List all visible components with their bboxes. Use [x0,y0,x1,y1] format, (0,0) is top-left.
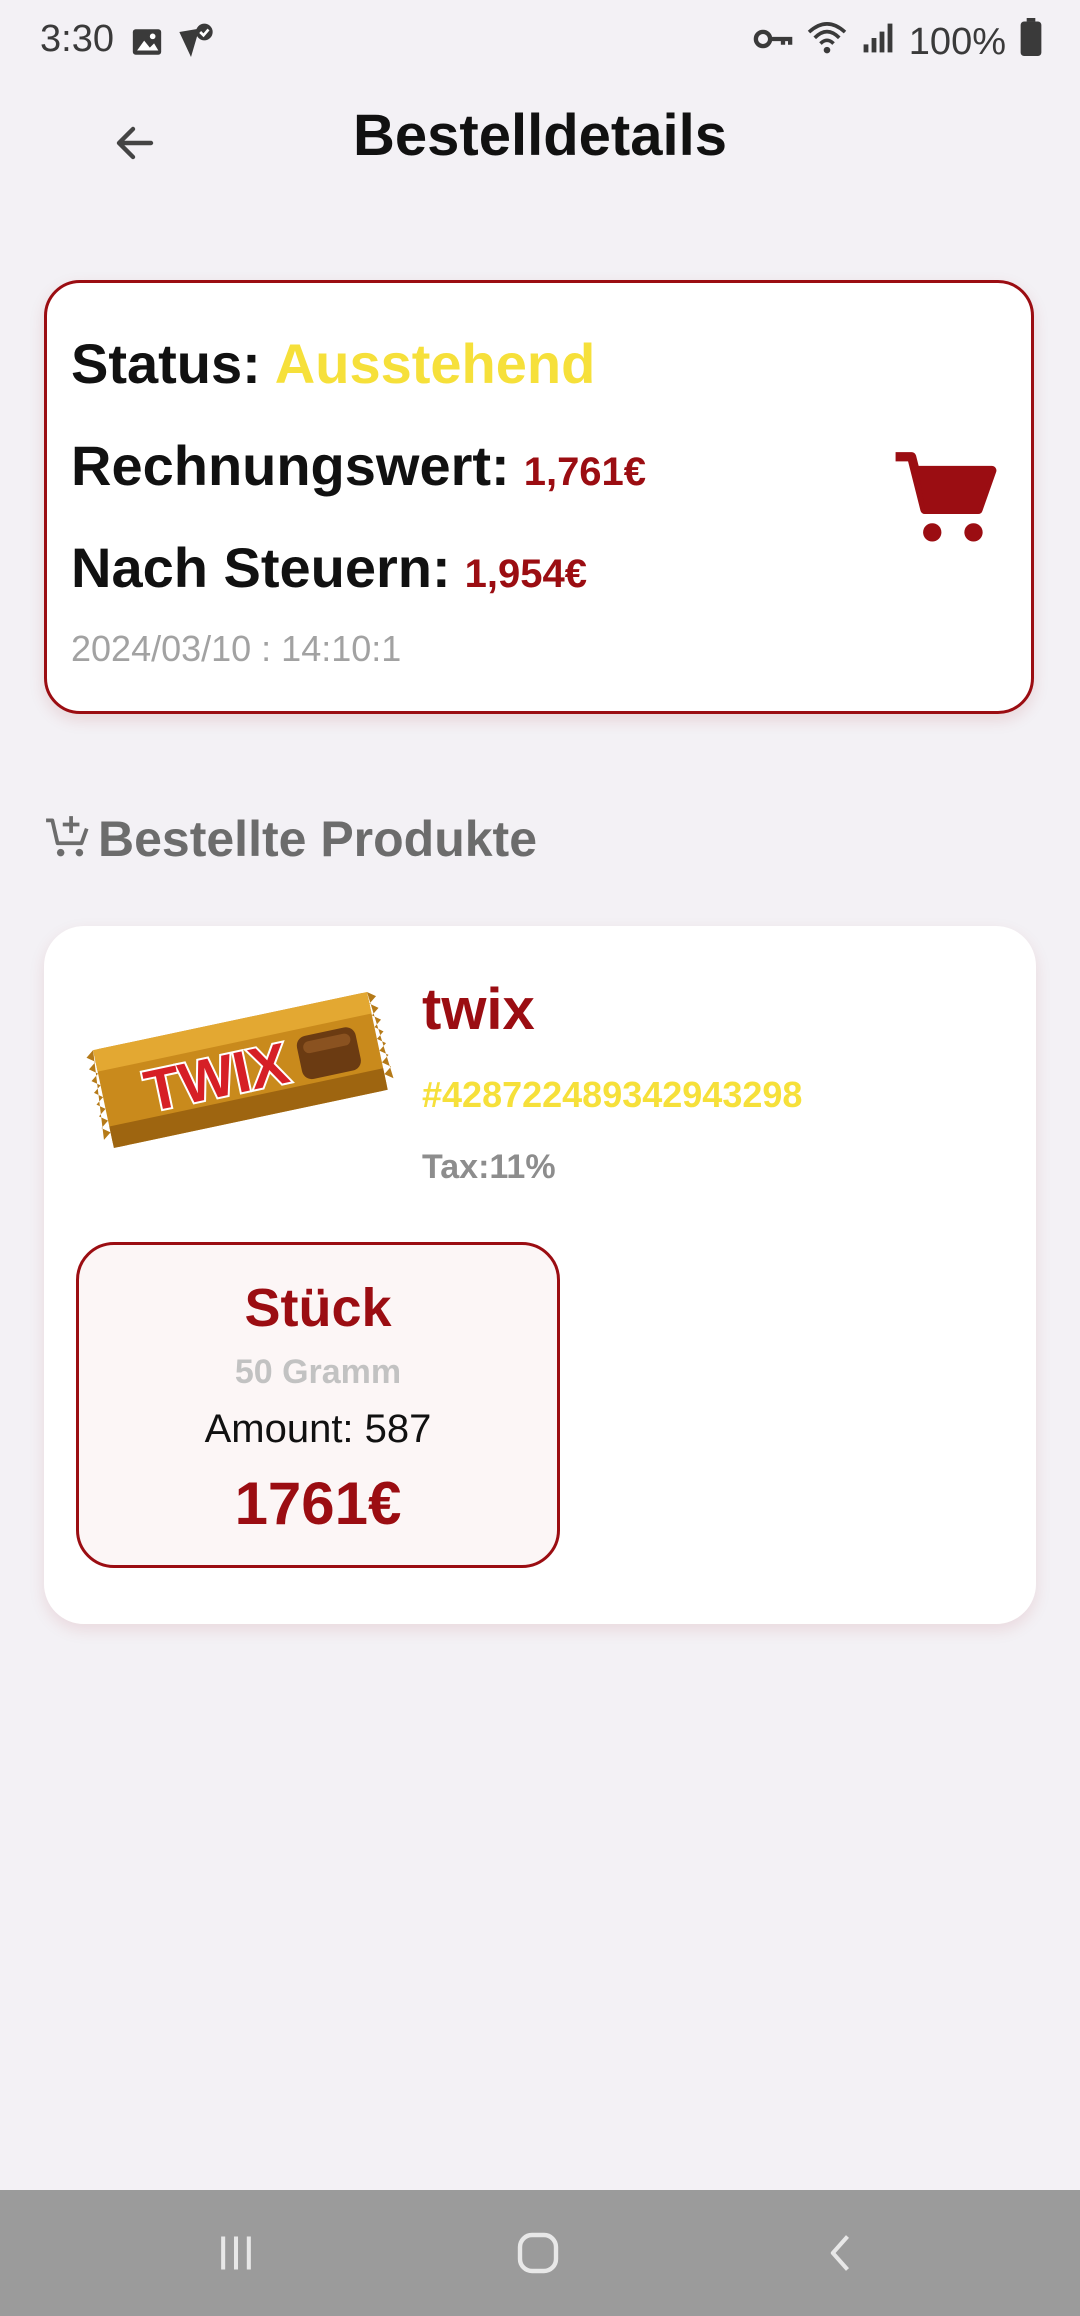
shopping-cart-icon [891,443,1001,558]
add-cart-icon [44,812,94,867]
product-card[interactable]: TWIX twix #428722489342943298 Tax:11% St… [44,926,1036,1624]
home-button[interactable] [498,2220,578,2290]
status-time: 3:30 [40,18,114,60]
invoice-row: Rechnungswert: 1,761€ [71,433,646,498]
unit-weight: 50 Gramm [234,1353,402,1391]
order-datetime: 2024/03/10 : 14:10:1 [71,628,402,669]
after-tax-row: Nach Steuern: 1,954€ [71,535,587,600]
vpn-key-icon [753,21,793,64]
product-id: #428722489342943298 [422,1074,803,1115]
system-nav-bar [0,2190,1080,2316]
product-image: TWIX [80,980,400,1156]
location-check-icon [176,22,216,72]
page-title: Bestelldetails [353,103,727,168]
order-summary-card: Status: Ausstehend Rechnungswert: 1,761€… [44,280,1034,714]
nav-back-icon [820,2231,864,2280]
app-bar: Bestelldetails [0,80,1080,200]
status-bar: 3:30 100% [0,0,1080,80]
recent-apps-button[interactable] [196,2220,276,2290]
unit-amount: Amount: 587 [204,1407,432,1451]
unit-price: 1761€ [234,1470,402,1537]
unit-name: Stück [244,1278,392,1338]
ordered-products-header: Bestellte Produkte [44,810,537,868]
invoice-label: Rechnungswert: [71,434,510,497]
after-tax-label: Nach Steuern: [71,536,451,599]
after-tax-value: 1,954€ [464,552,587,596]
signal-icon [861,21,895,64]
status-label: Status: [71,332,261,395]
recent-apps-icon [214,2231,258,2280]
product-tax: Tax:11% [422,1148,556,1186]
product-unit-box[interactable]: Stück 50 Gramm Amount: 587 1761€ [76,1242,560,1568]
nav-back-button[interactable] [802,2220,882,2290]
battery-icon [1020,18,1042,66]
gallery-icon [130,25,164,69]
battery-text: 100% [908,20,1006,63]
status-value: Ausstehend [274,332,596,395]
invoice-value: 1,761€ [523,450,647,494]
section-title: Bestellte Produkte [98,811,538,867]
product-name: twix [422,977,535,1042]
wifi-icon [807,19,847,65]
home-icon [514,2229,562,2282]
status-row: Status: Ausstehend [71,331,595,396]
